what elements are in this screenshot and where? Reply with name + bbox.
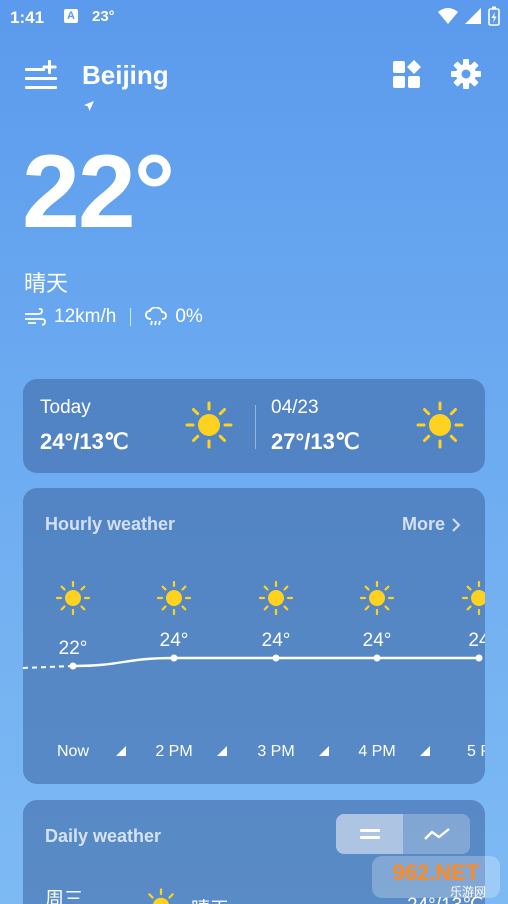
precipitation-chance: 0% — [175, 306, 203, 327]
sun-icon — [148, 888, 174, 904]
sun-icon — [185, 401, 233, 449]
hourly-point — [272, 654, 280, 662]
sun-icon — [416, 401, 464, 449]
daily-condition: 晴天 — [191, 894, 229, 904]
watermark-graphic: 962.NET 乐游网 — [372, 856, 500, 899]
watermark-logo: 962.NET 乐游网 — [368, 852, 504, 902]
hourly-time-label: 5 P — [467, 743, 485, 760]
sun-icon — [461, 580, 485, 616]
sun-icon — [258, 580, 294, 616]
forecast-summary-card[interactable]: Today 24°/13℃ 04/23 27°/13℃ — [23, 379, 485, 473]
hourly-weather-card[interactable]: Hourly weather More 22° Now 24° 2 PM 24° 3 PM… — [23, 488, 485, 784]
meta-divider — [130, 308, 132, 326]
hourly-point — [170, 654, 178, 662]
hourly-point — [475, 654, 483, 662]
next-day-label: 04/23 — [271, 397, 319, 418]
hourly-temp-label: 22° — [59, 638, 88, 659]
hourly-temp-label: 24° — [160, 630, 189, 651]
rain-cloud-icon — [145, 307, 168, 326]
list-icon — [359, 829, 380, 839]
hourly-time-label: Now — [57, 743, 89, 760]
daily-day: 周三 — [45, 889, 84, 904]
next-day-range: 27°/13℃ — [271, 429, 360, 454]
watermark-text: 962.NET — [393, 860, 480, 885]
wifi-icon — [438, 8, 458, 24]
location-arrow-icon — [84, 101, 94, 111]
today-range: 24°/13℃ — [40, 429, 129, 454]
current-temperature: 22° — [22, 134, 175, 250]
summary-divider — [255, 405, 256, 449]
status-temperature: 23° — [92, 8, 115, 25]
status-time: 1:41 — [10, 8, 45, 27]
notification-icon: A — [64, 9, 78, 23]
hourly-temp-label: 24° — [262, 630, 291, 651]
hourly-point — [69, 662, 77, 670]
widget-icon[interactable] — [392, 60, 422, 90]
city-name[interactable]: Beijing — [82, 60, 169, 91]
wind-direction-icon — [420, 746, 430, 756]
hourly-point — [373, 654, 381, 662]
sun-icon — [55, 580, 91, 616]
daily-title: Daily weather — [45, 826, 162, 846]
current-condition: 晴天 — [24, 271, 69, 296]
wind-direction-icon — [319, 746, 329, 756]
hourly-line-leadin — [23, 665, 74, 669]
sun-icon — [156, 580, 192, 616]
list-view-option[interactable] — [336, 814, 403, 854]
battery-icon — [488, 6, 500, 26]
hourly-time-label: 4 PM — [358, 743, 395, 760]
current-meta: 12km/h 0% — [24, 306, 203, 328]
sun-icon — [359, 580, 395, 616]
wind-direction-icon — [116, 746, 126, 756]
hourly-temp-label: 24 — [468, 630, 485, 651]
today-summary: Today 24°/13℃ — [40, 397, 129, 455]
menu-add-icon[interactable] — [24, 58, 58, 92]
hourly-time-label: 2 PM — [155, 743, 192, 760]
trend-line-icon — [423, 828, 450, 840]
hourly-chart: 22° Now 24° 2 PM 24° 3 PM 24° 4 PM 24 5 P — [23, 580, 485, 760]
wind-icon — [25, 308, 46, 326]
hourly-temp-label: 24° — [363, 630, 392, 651]
app-header: Beijing — [0, 52, 508, 112]
next-day-summary: 04/23 27°/13℃ — [271, 397, 360, 455]
wind-speed: 12km/h — [54, 306, 117, 327]
gear-icon[interactable] — [450, 58, 482, 90]
signal-icon — [465, 8, 481, 24]
hourly-time-label: 3 PM — [257, 743, 294, 760]
chart-view-option[interactable] — [403, 814, 470, 854]
daily-view-toggle[interactable] — [336, 814, 470, 854]
watermark-subtext: 乐游网 — [450, 885, 486, 899]
today-label: Today — [40, 397, 91, 418]
wind-direction-icon — [217, 746, 227, 756]
status-bar: 1:41 A 23° — [0, 0, 508, 34]
daily-row[interactable]: 周三 晴天 24°/13℃ — [45, 884, 483, 904]
status-icons — [438, 6, 500, 26]
